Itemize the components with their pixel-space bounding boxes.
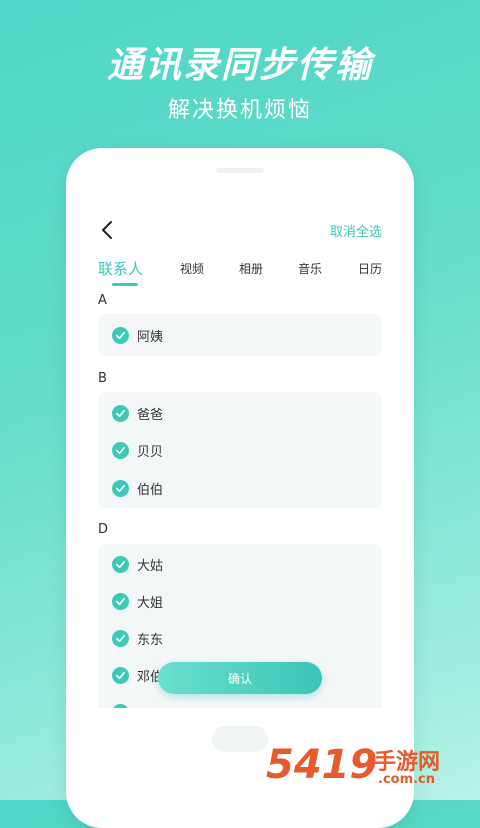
contact-row[interactable]: 邓伯 bbox=[112, 663, 163, 687]
promo-headline: 通讯录同步传输 bbox=[106, 45, 373, 86]
back-button[interactable] bbox=[96, 218, 120, 242]
contact-row[interactable]: 爸爸 bbox=[112, 401, 163, 425]
deselect-all-button[interactable]: 取消全选 bbox=[330, 221, 382, 240]
checkmark-icon bbox=[112, 592, 129, 610]
phone-speaker bbox=[216, 168, 264, 173]
contact-group-a: 阿姨 bbox=[98, 314, 382, 356]
contact-name: 阿姨 bbox=[137, 329, 164, 345]
checkmark-icon bbox=[112, 479, 129, 497]
contact-row[interactable] bbox=[112, 700, 137, 708]
checkmark-icon bbox=[112, 703, 129, 708]
chevron-left-icon bbox=[102, 221, 112, 239]
tab-calendar[interactable]: 日历 bbox=[358, 260, 382, 277]
watermark-domain: .com.cn bbox=[378, 772, 436, 787]
contact-name: 大姐 bbox=[137, 595, 164, 611]
contact-name: 伯伯 bbox=[137, 482, 164, 498]
contact-group-b: 爸爸 贝贝 伯伯 bbox=[98, 392, 382, 508]
tab-contacts[interactable]: 联系人 bbox=[98, 258, 143, 279]
confirm-button[interactable]: 确认 bbox=[158, 662, 322, 694]
phone-mockup: 取消全选 联系人 视频 相册 音乐 日历 A 阿姨 B 爸爸 贝贝 伯伯 D 大… bbox=[66, 148, 414, 828]
watermark-number: 5419 bbox=[266, 742, 378, 788]
site-watermark: 5419 手游网 .com.cn bbox=[266, 742, 476, 794]
section-letter-a: A bbox=[98, 293, 107, 308]
active-tab-indicator bbox=[112, 283, 138, 286]
contact-row[interactable]: 阿姨 bbox=[112, 323, 163, 347]
checkmark-icon bbox=[112, 326, 129, 344]
tab-bar: 联系人 视频 相册 音乐 日历 bbox=[98, 256, 388, 286]
promo-subheadline: 解决换机烦恼 bbox=[167, 98, 312, 123]
contact-row[interactable]: 大姐 bbox=[112, 589, 163, 613]
checkmark-icon bbox=[112, 441, 129, 459]
checkmark-icon bbox=[112, 666, 129, 684]
tab-music[interactable]: 音乐 bbox=[298, 260, 322, 277]
phone-home-button bbox=[212, 726, 268, 752]
checkmark-icon bbox=[112, 404, 129, 422]
contact-row[interactable]: 贝贝 bbox=[112, 438, 163, 462]
contact-row[interactable]: 伯伯 bbox=[112, 476, 163, 500]
checkmark-icon bbox=[112, 555, 129, 573]
contact-name: 东东 bbox=[137, 632, 164, 648]
contact-row[interactable]: 东东 bbox=[112, 626, 163, 650]
section-letter-d: D bbox=[98, 522, 109, 537]
tab-album[interactable]: 相册 bbox=[239, 260, 263, 277]
contact-name: 大姑 bbox=[137, 558, 164, 574]
checkmark-icon bbox=[112, 629, 129, 647]
section-letter-b: B bbox=[98, 371, 107, 386]
tab-video[interactable]: 视频 bbox=[180, 260, 204, 277]
contact-name: 爸爸 bbox=[137, 407, 164, 423]
contact-row[interactable]: 大姑 bbox=[112, 552, 163, 576]
contact-name: 贝贝 bbox=[137, 444, 164, 460]
